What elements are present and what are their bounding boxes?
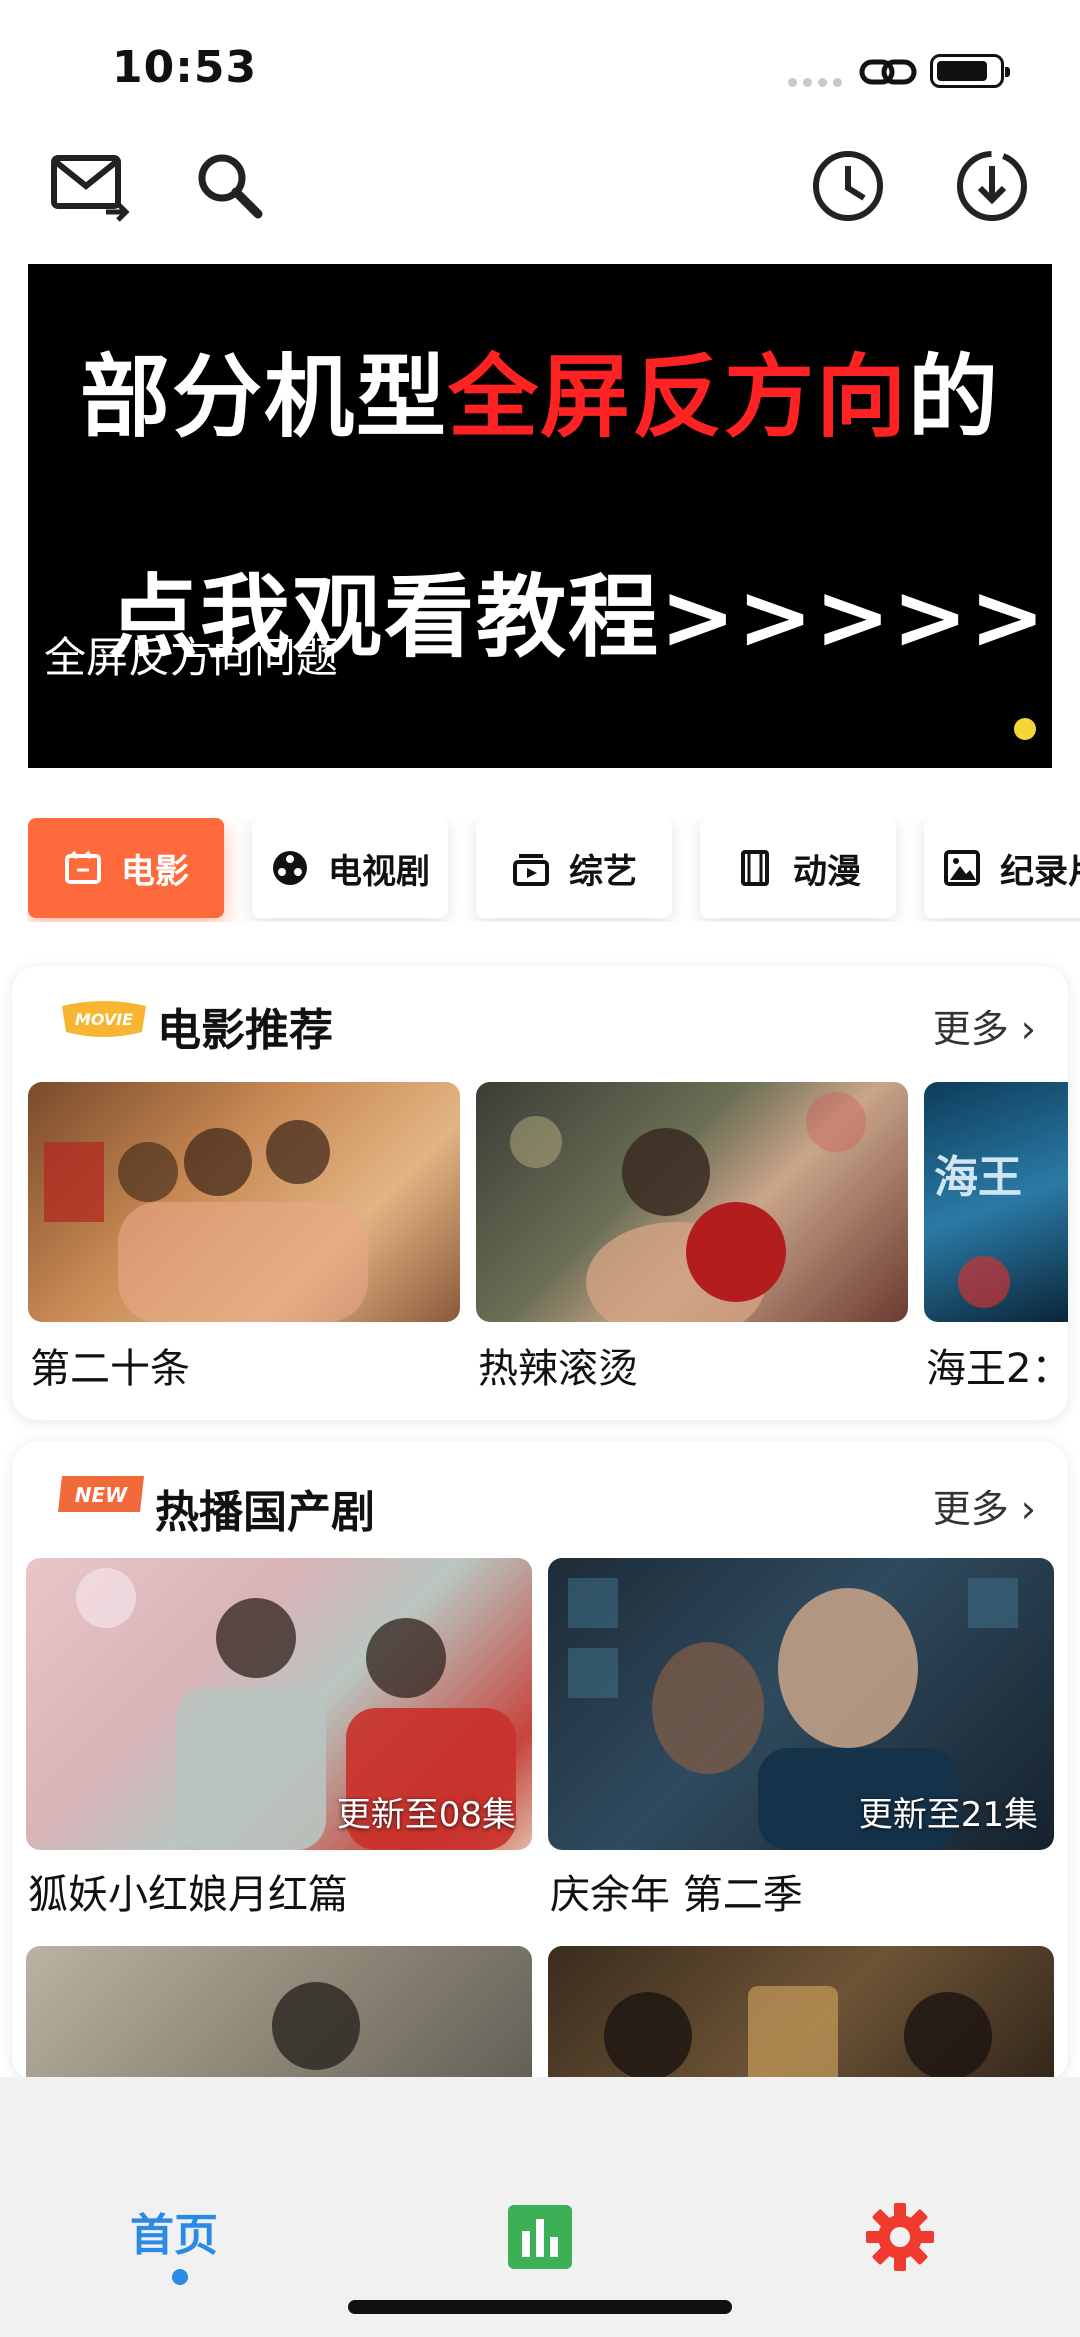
movie-badge-icon: MOVIE <box>62 1001 146 1037</box>
drama-title[interactable]: 狐妖小红娘月红篇 <box>28 1862 348 1920</box>
ranking-chart-icon[interactable] <box>508 2205 572 2269</box>
more-link[interactable]: 更多 › <box>933 998 1036 1053</box>
poster-movie-1[interactable] <box>28 1082 460 1322</box>
tab-documentary[interactable]: 纪录片 <box>924 818 1080 918</box>
poster-drama-4[interactable] <box>548 1946 1054 2082</box>
movie-title[interactable]: 第二十条 <box>30 1336 190 1394</box>
tab-movie[interactable]: 电影 <box>28 818 224 918</box>
episode-badge: 更新至08集 <box>336 1795 516 1835</box>
film-icon <box>65 850 101 884</box>
anime-icon <box>741 850 769 886</box>
settings-gear-icon[interactable] <box>864 2201 936 2273</box>
svg-text:NEW: NEW <box>75 1483 128 1507</box>
section-title: 热播国产剧 <box>155 1487 375 1538</box>
category-tabs: 电影 电视剧 综艺 动漫 纪录片 <box>28 818 1080 922</box>
poster-drama-1[interactable]: 更新至08集 <box>26 1558 532 1850</box>
mail-forward-icon[interactable] <box>50 146 130 226</box>
search-icon[interactable] <box>190 146 270 226</box>
history-clock-icon[interactable] <box>808 146 888 226</box>
drama-title[interactable]: 庆余年 第二季 <box>550 1862 803 1920</box>
tab-tv-series[interactable]: 电视剧 <box>252 818 448 918</box>
download-icon[interactable] <box>952 146 1032 226</box>
banner-caption: 全屏反方向问题 <box>44 633 339 682</box>
banner-page-indicator <box>1014 718 1036 740</box>
poster-movie-2[interactable] <box>476 1082 908 1322</box>
section-header: NEW 热播国产剧 更多 › <box>12 1442 1068 1552</box>
poster-movie-3[interactable]: 海王 <box>924 1082 1068 1322</box>
tutorial-banner[interactable]: 部分机型全屏反方向的 点我观看教程>>>>> 全屏反方向问题 <box>28 264 1052 768</box>
new-badge-icon: NEW <box>58 1476 144 1512</box>
home-indicator[interactable] <box>348 2300 732 2314</box>
battery-icon <box>930 54 1010 88</box>
more-link[interactable]: 更多 › <box>933 1478 1036 1533</box>
status-bar: 10:53 <box>0 0 1080 130</box>
poster-drama-2[interactable]: 更新至21集 <box>548 1558 1054 1850</box>
section-title: 电影推荐 <box>157 1005 333 1056</box>
svg-text:MOVIE: MOVIE <box>75 1010 133 1029</box>
episode-badge: 更新至21集 <box>858 1795 1038 1835</box>
tv-reel-icon <box>273 851 307 885</box>
hot-drama-section: NEW 热播国产剧 更多 › 更新至08集 狐妖小红娘月红篇 更新至21集 庆余… <box>12 1442 1068 2082</box>
nav-home[interactable]: 首页 <box>130 2199 218 2263</box>
movie-title[interactable]: 海王2： <box>926 1336 1068 1394</box>
signal-icon <box>788 78 844 88</box>
banner-headline: 部分机型全屏反方向的 <box>80 345 1000 450</box>
tab-variety[interactable]: 综艺 <box>476 818 672 918</box>
poster-drama-3[interactable] <box>26 1946 532 2082</box>
variety-icon <box>513 854 549 886</box>
nav-active-indicator <box>172 2269 188 2285</box>
documentary-icon <box>944 850 980 886</box>
svg-text:海王: 海王 <box>934 1152 1022 1203</box>
tab-anime[interactable]: 动漫 <box>700 818 896 918</box>
bottom-nav: 首页 <box>0 2077 1080 2337</box>
section-header: MOVIE 电影推荐 更多 › <box>12 966 1068 1076</box>
link-icon <box>858 52 918 92</box>
status-time: 10:53 <box>112 42 258 93</box>
movie-recommend-section: MOVIE 电影推荐 更多 › 第二十条 热辣滚烫 海王 海王2： <box>12 966 1068 1420</box>
movie-title[interactable]: 热辣滚烫 <box>478 1336 638 1394</box>
